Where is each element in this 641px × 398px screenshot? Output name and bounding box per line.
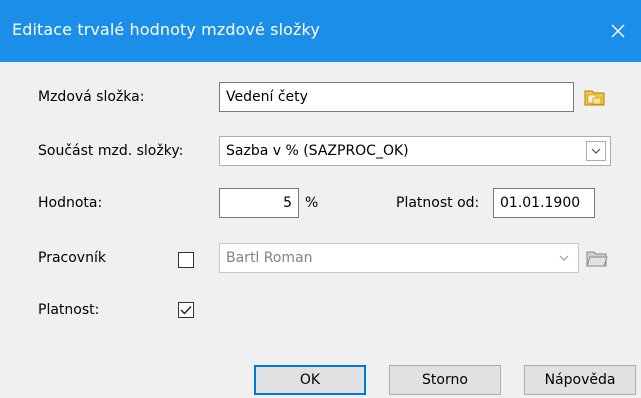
platnost-checkbox[interactable] bbox=[178, 302, 194, 318]
mzdova-slozka-label: Mzdová složka: bbox=[38, 89, 145, 105]
checkmark-icon bbox=[180, 306, 192, 315]
window-title: Editace trvalé hodnoty mzdové složky bbox=[12, 20, 320, 39]
platnost-od-input[interactable]: 01.01.1900 bbox=[493, 188, 595, 218]
close-icon bbox=[611, 24, 625, 38]
title-bar: Editace trvalé hodnoty mzdové složky bbox=[0, 0, 641, 62]
napoveda-button[interactable]: Nápověda bbox=[524, 365, 636, 395]
pracovnik-value: Bartl Roman bbox=[226, 250, 313, 266]
soucast-value: Sazba v % (SAZPROC_OK) bbox=[226, 143, 409, 159]
platnost-label: Platnost: bbox=[38, 302, 100, 318]
soucast-label: Součást mzd. složky: bbox=[38, 143, 184, 159]
hodnota-label: Hodnota: bbox=[38, 195, 103, 211]
folder-icon bbox=[586, 251, 608, 267]
hodnota-unit: % bbox=[305, 195, 319, 211]
chevron-down-icon bbox=[591, 148, 601, 154]
pracovnik-dropdown-button[interactable] bbox=[554, 248, 574, 268]
close-button[interactable] bbox=[595, 0, 641, 62]
soucast-dropdown-button[interactable] bbox=[586, 141, 606, 161]
hodnota-input[interactable]: 5 bbox=[219, 188, 299, 218]
mzdova-slozka-input[interactable]: Vedení čety bbox=[219, 82, 574, 112]
platnost-od-label: Platnost od: bbox=[396, 195, 480, 211]
mzdova-slozka-browse-button[interactable] bbox=[582, 84, 608, 110]
folder-icon bbox=[584, 90, 605, 106]
storno-button[interactable]: Storno bbox=[389, 365, 501, 395]
pracovnik-checkbox[interactable] bbox=[178, 252, 194, 268]
dialog-body: Mzdová složka: Vedení čety Součást mzd. … bbox=[0, 62, 641, 398]
pracovnik-label: Pracovník bbox=[38, 250, 106, 266]
chevron-down-icon bbox=[559, 255, 569, 261]
ok-button[interactable]: OK bbox=[254, 365, 366, 395]
pracovnik-browse-button[interactable] bbox=[584, 245, 610, 271]
pracovnik-select[interactable]: Bartl Roman bbox=[219, 243, 579, 273]
soucast-select[interactable]: Sazba v % (SAZPROC_OK) bbox=[219, 136, 611, 166]
